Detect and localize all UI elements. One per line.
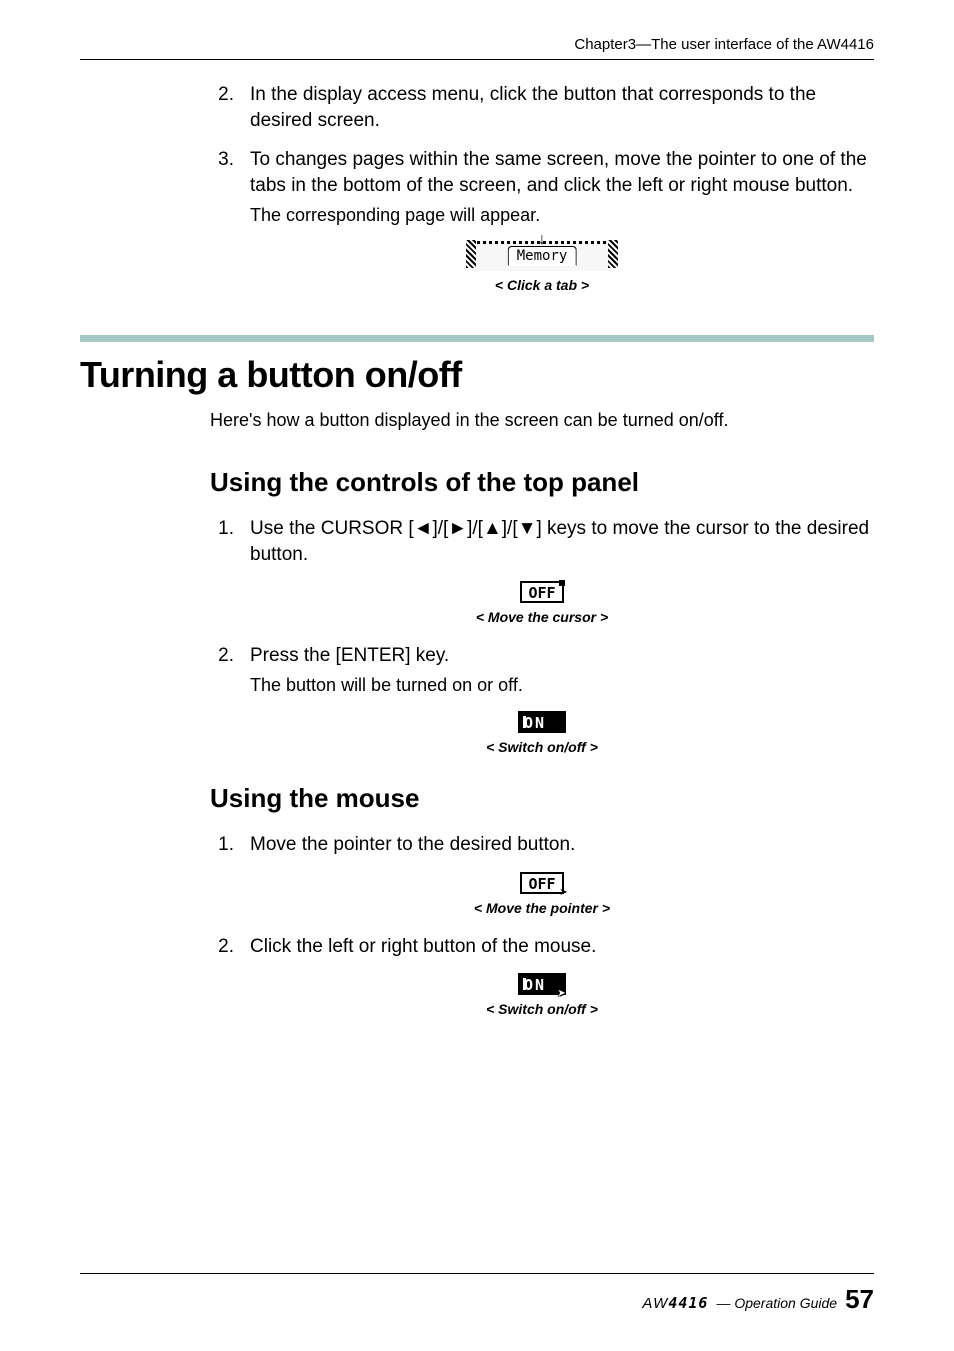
step-number: 1. — [210, 832, 234, 858]
guide-label: — Operation Guide — [716, 1295, 837, 1311]
step-text: Use the CURSOR [◄]/[►]/[▲]/[▼] keys to m… — [250, 516, 874, 567]
step-number: 2. — [210, 934, 234, 960]
step-number: 2. — [210, 82, 234, 108]
text-fragment: Use the CURSOR [ — [250, 518, 414, 539]
tab-graphic: ↓ Memory — [472, 241, 612, 271]
step-2: 2. In the display access menu, click the… — [210, 82, 874, 133]
step-subtext: The corresponding page will appear. — [250, 203, 874, 227]
mouse-pointer-icon: ➤ — [560, 886, 568, 900]
figure-move-pointer: OFF ➤ < Move the pointer > — [210, 872, 874, 916]
on-button-graphic: ON — [518, 711, 566, 733]
section-title: Turning a button on/off — [80, 354, 874, 396]
step-3: 3. To changes pages within the same scre… — [210, 147, 874, 198]
logo-part-b: 4416 — [668, 1294, 708, 1312]
figure-caption: < Move the pointer > — [474, 900, 610, 916]
sub2-step-1: 1. Move the pointer to the desired butto… — [210, 832, 874, 858]
step-text: In the display access menu, click the bu… — [250, 82, 874, 133]
step-number: 3. — [210, 147, 234, 173]
button-label: OFF — [528, 875, 555, 893]
sub2-step-2: 2. Click the left or right button of the… — [210, 934, 874, 960]
step-number: 2. — [210, 643, 234, 669]
subsection-title-top-panel: Using the controls of the top panel — [210, 467, 874, 498]
step-text: Move the pointer to the desired button. — [250, 832, 874, 858]
sub1-step-2: 2. Press the [ENTER] key. — [210, 643, 874, 669]
section-intro: Here's how a button displayed in the scr… — [210, 410, 874, 431]
cursor-right-icon: ► — [448, 518, 467, 539]
figure-move-cursor: OFF < Move the cursor > — [210, 581, 874, 625]
sub1-step-1: 1. Use the CURSOR [◄]/[►]/[▲]/[▼] keys t… — [210, 516, 874, 567]
cursor-up-icon: ▲ — [483, 518, 502, 539]
step-text: Press the [ENTER] key. — [250, 643, 874, 669]
figure-switch-on: ON < Switch on/off > — [210, 711, 874, 755]
text-fragment: ]/[ — [502, 518, 518, 539]
on-button-graphic: ON ➤ — [518, 973, 566, 995]
step-text: To changes pages within the same screen,… — [250, 147, 874, 198]
subsection-title-mouse: Using the mouse — [210, 783, 874, 814]
button-label: ON — [524, 714, 546, 732]
figure-caption: < Switch on/off > — [486, 1001, 598, 1017]
cursor-down-icon: ▼ — [518, 518, 537, 539]
cursor-left-icon: ◄ — [414, 518, 433, 539]
step-text: Click the left or right button of the mo… — [250, 934, 874, 960]
text-fragment: ]/[ — [432, 518, 448, 539]
figure-caption: < Click a tab > — [495, 277, 589, 293]
button-label: ON — [524, 976, 546, 994]
figure-caption: < Move the cursor > — [476, 609, 608, 625]
cursor-corner-icon — [559, 580, 565, 586]
off-button-graphic: OFF — [520, 581, 564, 603]
page-number: 57 — [845, 1284, 874, 1315]
tab-label: Memory — [508, 246, 577, 266]
mouse-pointer-icon: ➤ — [558, 987, 568, 1001]
button-label: OFF — [528, 584, 555, 602]
step-subtext: The button will be turned on or off. — [250, 673, 874, 697]
chapter-header: Chapter3—The user interface of the AW441… — [80, 36, 874, 53]
section-divider — [80, 335, 874, 342]
off-button-graphic: OFF ➤ — [520, 872, 564, 894]
product-logo: AW4416 — [642, 1294, 708, 1312]
logo-part-a: AW — [642, 1295, 668, 1312]
figure-switch-on-mouse: ON ➤ < Switch on/off > — [210, 973, 874, 1017]
step-number: 1. — [210, 516, 234, 542]
figure-caption: < Switch on/off > — [486, 739, 598, 755]
text-fragment: ]/[ — [467, 518, 483, 539]
header-rule — [80, 59, 874, 60]
page-footer: AW4416 — Operation Guide 57 — [80, 1273, 874, 1315]
figure-click-tab: ↓ Memory < Click a tab > — [210, 241, 874, 293]
